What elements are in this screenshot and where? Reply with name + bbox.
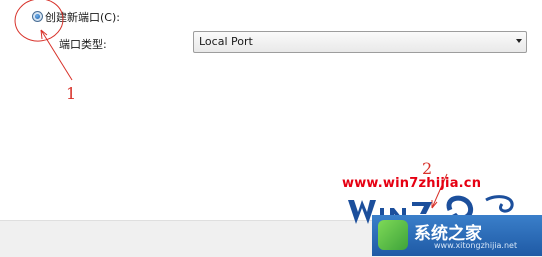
printer-port-dialog: 创建新端口(C): 端口类型: Local Port 1 2 www.win7z…	[0, 0, 542, 257]
create-new-port-radio[interactable]	[32, 11, 43, 22]
annotation-arrow-1-head	[40, 29, 48, 40]
xitongzhijia-logo-icon	[378, 220, 408, 250]
radio-selected-dot	[35, 14, 40, 19]
watermark-badge-subtext: www.xitongzhijia.net	[434, 241, 518, 250]
port-type-select[interactable]: Local Port	[193, 31, 527, 53]
create-new-port-label[interactable]: 创建新端口(C):	[45, 9, 120, 25]
chevron-down-icon	[516, 39, 522, 43]
port-type-label: 端口类型:	[59, 38, 107, 51]
watermark-badge: 系统之家 www.xitongzhijia.net	[372, 215, 542, 256]
annotation-number-1: 1	[66, 84, 77, 103]
port-type-selected-value: Local Port	[199, 35, 253, 48]
watermark-url: www.win7zhijia.cn	[342, 176, 482, 191]
